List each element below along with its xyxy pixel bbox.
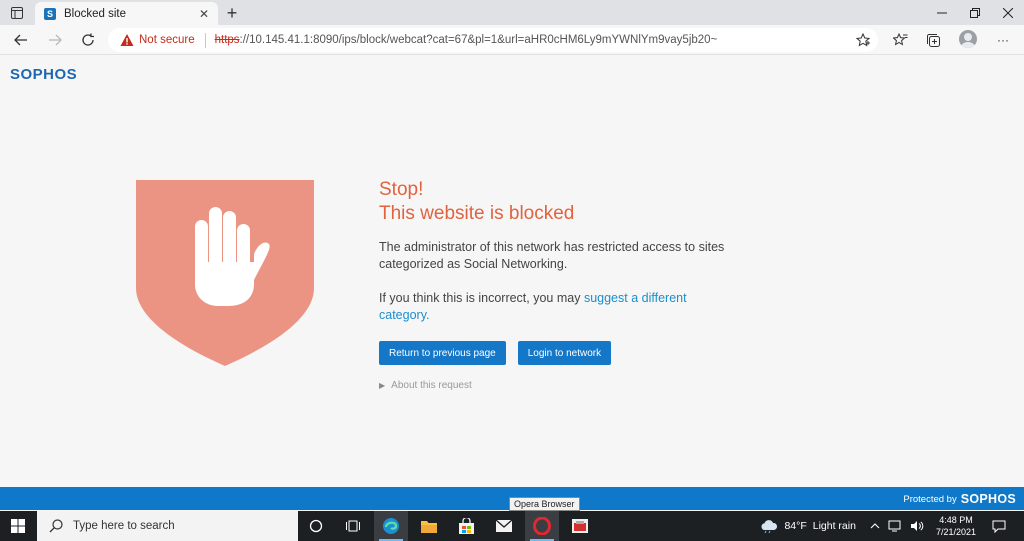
store-icon[interactable] (449, 511, 483, 541)
weather-temp: 84°F (784, 520, 807, 532)
weather-widget[interactable]: 84°F Light rain (760, 519, 856, 533)
windows-start-icon[interactable] (0, 511, 36, 541)
taskbar-tooltip: Opera Browser (509, 497, 580, 511)
browser-toolbar: Not secure https://10.145.41.1:8090/ips/… (0, 25, 1024, 55)
forward-icon[interactable] (45, 30, 65, 50)
suggestion-prefix: If you think this is incorrect, you may (379, 291, 584, 305)
edge-icon[interactable] (374, 511, 408, 541)
system-tray: 84°F Light rain 4:48 PM 7/21/2021 (760, 511, 1024, 541)
collections-icon[interactable] (924, 31, 942, 49)
network-icon[interactable] (888, 520, 902, 532)
app-icon[interactable] (563, 511, 597, 541)
more-icon[interactable]: ··· (994, 31, 1012, 49)
window-controls (925, 0, 1024, 25)
back-icon[interactable] (11, 30, 31, 50)
chevron-up-icon[interactable] (870, 523, 880, 529)
window-close-icon[interactable] (991, 0, 1024, 25)
volume-icon[interactable] (910, 520, 924, 532)
opera-icon[interactable] (525, 511, 559, 541)
search-placeholder: Type here to search (73, 520, 175, 532)
favicon-icon: S (44, 7, 56, 20)
refresh-icon[interactable] (78, 30, 98, 50)
clock-time: 4:48 PM (939, 515, 973, 525)
protected-by-label: Protected by (903, 493, 957, 505)
omnibox-divider (204, 32, 206, 48)
sophos-logo: SOPHOS (10, 66, 78, 83)
profile-icon[interactable] (959, 30, 977, 48)
url-text[interactable]: https://10.145.41.1:8090/ips/block/webca… (215, 34, 718, 46)
login-to-network-button[interactable]: Login to network (517, 341, 612, 365)
favorites-icon[interactable] (891, 31, 909, 49)
file-explorer-icon[interactable] (412, 511, 446, 541)
maximize-icon[interactable] (958, 0, 991, 25)
tab-actions-icon[interactable] (8, 4, 26, 21)
plus-icon[interactable]: + (222, 3, 242, 23)
tab-title: Blocked site (64, 7, 127, 20)
taskbar: Type here to search 84°F Light rain 4:48… (0, 511, 1024, 541)
caret-right-icon: ▶ (379, 381, 386, 390)
suggestion-text: If you think this is incorrect, you may … (379, 290, 739, 324)
search-icon (49, 519, 63, 533)
block-page: SOPHOS Stop! This website is blocked The… (0, 56, 1024, 487)
warning-icon (120, 34, 134, 46)
about-request-toggle[interactable]: ▶ About this request (379, 380, 739, 391)
url-path: ://10.145.41.1:8090/ips/block/webcat?cat… (239, 34, 718, 46)
about-request-label: About this request (391, 380, 472, 391)
cloud-rain-icon (761, 519, 778, 533)
blocked-heading: This website is blocked (379, 203, 575, 224)
mail-icon[interactable] (487, 511, 521, 541)
protected-logo: SOPHOS (960, 492, 1016, 506)
task-view-icon[interactable] (299, 511, 333, 541)
multitask-icon[interactable] (336, 511, 370, 541)
action-buttons: Return to previous page Login to network (379, 341, 739, 365)
hand-stop-icon (136, 180, 314, 366)
taskbar-search[interactable]: Type here to search (37, 511, 298, 541)
tab-strip: S Blocked site ✕ + (0, 0, 1024, 25)
protected-by: Protected by SOPHOS (903, 492, 1016, 506)
stop-heading: Stop! (379, 179, 424, 200)
favorite-star-icon[interactable] (856, 33, 870, 47)
clock[interactable]: 4:48 PM 7/21/2021 (936, 514, 976, 538)
block-message: Stop! This website is blocked The admini… (379, 178, 739, 391)
weather-desc: Light rain (812, 520, 856, 532)
return-to-previous-page-button[interactable]: Return to previous page (379, 341, 506, 365)
minimize-icon[interactable] (925, 0, 958, 25)
url-scheme: https (214, 34, 240, 46)
restriction-text: The administrator of this network has re… (379, 240, 725, 271)
clock-date: 7/21/2021 (935, 527, 976, 537)
security-status[interactable]: Not secure (139, 34, 195, 46)
active-tab[interactable]: S Blocked site ✕ (35, 2, 218, 25)
close-icon[interactable]: ✕ (196, 6, 212, 22)
notification-icon[interactable] (992, 520, 1006, 533)
address-bar[interactable]: Not secure https://10.145.41.1:8090/ips/… (108, 28, 878, 52)
